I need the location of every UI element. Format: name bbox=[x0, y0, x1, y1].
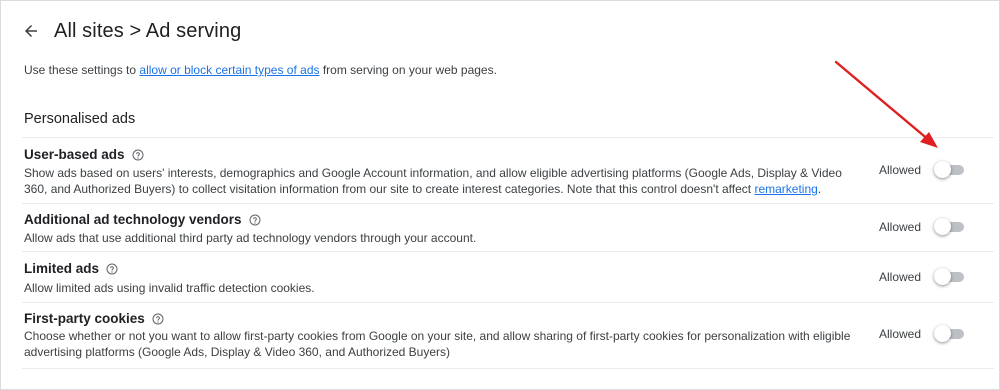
arrow-left-icon[interactable] bbox=[22, 22, 40, 40]
page-title: All sites > Ad serving bbox=[54, 19, 242, 42]
intro-prefix: Use these settings to bbox=[24, 63, 140, 77]
first-party-cookies-toggle[interactable] bbox=[934, 325, 964, 342]
setting-description-text: Allow limited ads using invalid traffic … bbox=[24, 281, 315, 295]
setting-description-suffix: . bbox=[817, 182, 822, 196]
additional-vendors-toggle[interactable] bbox=[934, 218, 964, 235]
help-circle-icon[interactable] bbox=[132, 149, 144, 161]
settings-list: User-based ads Show ads based on users' … bbox=[22, 137, 994, 369]
setting-name: Additional ad technology vendors bbox=[24, 212, 261, 227]
toggle-knob bbox=[934, 268, 951, 285]
page-header: All sites > Ad serving bbox=[22, 18, 241, 44]
help-circle-icon[interactable] bbox=[152, 313, 164, 325]
setting-name: First-party cookies bbox=[24, 311, 164, 326]
status-label: Allowed bbox=[879, 163, 922, 177]
intro-suffix: from serving on your web pages. bbox=[319, 63, 497, 77]
setting-row-first-party-cookies: First-party cookies Choose whether or no… bbox=[22, 303, 994, 369]
setting-description: Show ads based on users' interests, demo… bbox=[24, 165, 864, 197]
help-circle-icon[interactable] bbox=[106, 263, 118, 275]
setting-name-label: User-based ads bbox=[24, 147, 125, 162]
setting-description: Allow ads that use additional third part… bbox=[24, 230, 864, 246]
limited-ads-toggle[interactable] bbox=[934, 268, 964, 285]
setting-description-text: Choose whether or not you want to allow … bbox=[24, 329, 851, 359]
toggle-knob bbox=[934, 218, 951, 235]
help-circle-icon[interactable] bbox=[249, 214, 261, 226]
setting-name: Limited ads bbox=[24, 261, 118, 276]
remarketing-link[interactable]: remarketing bbox=[754, 182, 817, 196]
status-label: Allowed bbox=[879, 327, 922, 341]
setting-description-text: Allow ads that use additional third part… bbox=[24, 231, 477, 245]
setting-row-limited-ads: Limited ads Allow limited ads using inva… bbox=[22, 252, 994, 303]
setting-name: User-based ads bbox=[24, 147, 144, 162]
status-label: Allowed bbox=[879, 220, 922, 234]
toggle-knob bbox=[934, 325, 951, 342]
setting-name-label: Additional ad technology vendors bbox=[24, 212, 242, 227]
setting-name-label: Limited ads bbox=[24, 261, 100, 276]
status-label: Allowed bbox=[879, 270, 922, 284]
ad-types-link[interactable]: allow or block certain types of ads bbox=[139, 63, 319, 77]
user-based-ads-toggle[interactable] bbox=[934, 161, 964, 178]
setting-name-label: First-party cookies bbox=[24, 311, 145, 326]
setting-description-text: Show ads based on users' interests, demo… bbox=[24, 166, 842, 196]
setting-description: Choose whether or not you want to allow … bbox=[24, 328, 864, 360]
section-title: Personalised ads bbox=[24, 111, 136, 127]
intro-text: Use these settings to allow or block cer… bbox=[24, 63, 497, 77]
setting-description: Allow limited ads using invalid traffic … bbox=[24, 280, 864, 296]
red-annotation-arrow bbox=[834, 60, 938, 148]
setting-row-additional-vendors: Additional ad technology vendors Allow a… bbox=[22, 204, 994, 252]
